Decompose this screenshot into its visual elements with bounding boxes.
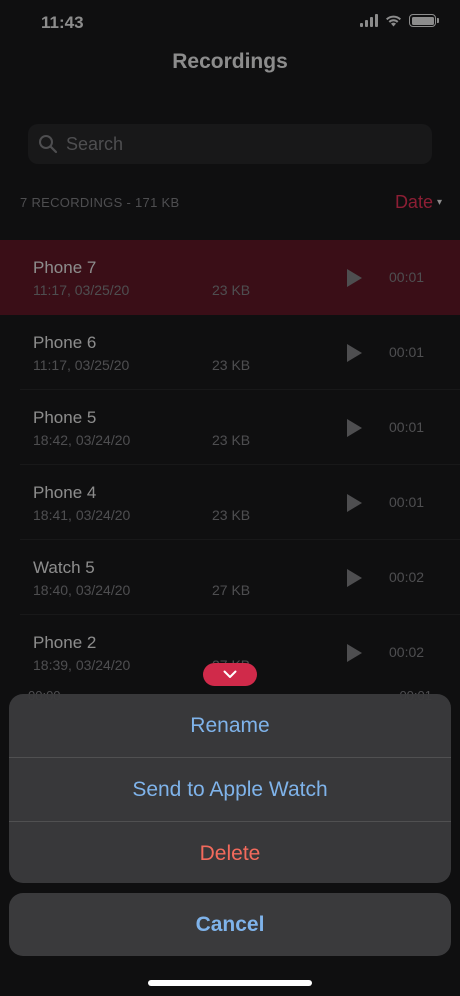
cancel-button[interactable]: Cancel bbox=[9, 893, 451, 956]
home-indicator[interactable] bbox=[148, 980, 312, 986]
send-to-apple-watch-button[interactable]: Send to Apple Watch bbox=[9, 758, 451, 821]
recordings-screen: 11:43 Recordings 7 RECORDINGS - 171 KB D… bbox=[0, 0, 460, 996]
rename-button[interactable]: Rename bbox=[9, 694, 451, 757]
collapse-player-button[interactable] bbox=[203, 663, 257, 686]
action-sheet: Rename Send to Apple Watch Delete bbox=[9, 694, 451, 883]
chevron-down-icon bbox=[223, 670, 237, 678]
delete-button[interactable]: Delete bbox=[9, 822, 451, 883]
